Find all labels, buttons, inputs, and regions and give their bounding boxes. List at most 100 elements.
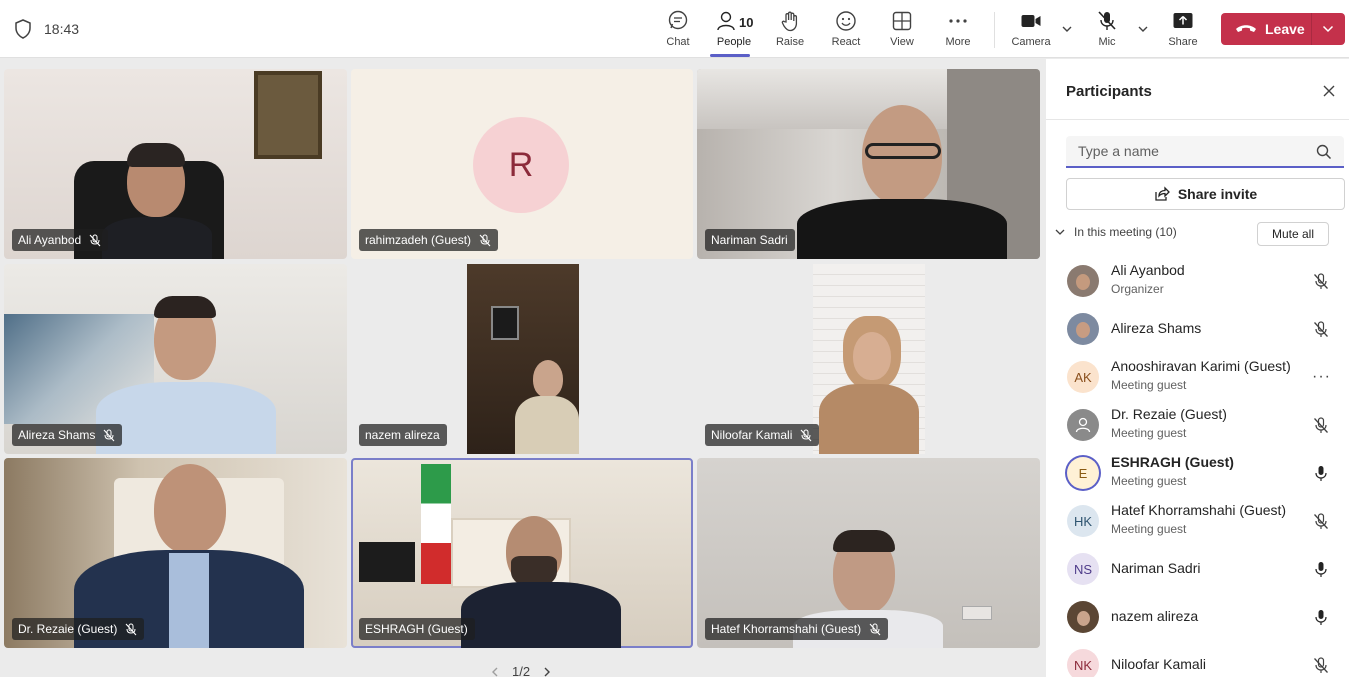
tile-name-tag: Nariman Sadri	[705, 229, 795, 251]
hand-icon	[781, 11, 798, 32]
participant-name: Anooshiravan Karimi (Guest)	[1111, 358, 1291, 374]
participant-row[interactable]: nazem alireza	[1046, 593, 1349, 641]
person-placeholder-icon	[1075, 417, 1091, 433]
panel-title: Participants	[1066, 83, 1152, 100]
tile-name-tag: Alireza Shams	[12, 424, 123, 446]
mic-icon	[1315, 466, 1327, 481]
video-tile-eshragh[interactable]: ESHRAGH (Guest)	[351, 458, 693, 648]
avatar: NK	[1067, 649, 1099, 677]
meeting-timer: 18:43	[44, 21, 80, 37]
participant-name: Nariman Sadri	[1111, 560, 1201, 576]
smiley-icon	[836, 11, 856, 31]
view-button[interactable]: View	[876, 8, 928, 54]
leave-button[interactable]: Leave	[1221, 13, 1345, 45]
panel-divider	[1046, 119, 1349, 120]
mic-off-icon	[1314, 273, 1328, 289]
people-icon	[717, 11, 735, 31]
participant-row[interactable]: HK Hatef Khorramshahi (Guest) Meeting gu…	[1046, 497, 1349, 545]
participant-row[interactable]: NS Nariman Sadri	[1046, 545, 1349, 593]
glasses	[865, 143, 941, 159]
mic-off-icon	[103, 429, 115, 441]
person-body	[96, 382, 276, 454]
share-button[interactable]: Share	[1157, 8, 1209, 54]
participant-name: Hatef Khorramshahi (Guest)	[1111, 502, 1287, 518]
tile-name-tag: nazem alireza	[359, 424, 447, 446]
camera-button[interactable]: Camera	[1005, 8, 1057, 54]
avatar: HK	[1067, 505, 1099, 537]
people-button[interactable]: 10 People	[708, 8, 760, 57]
share-screen-icon	[1173, 13, 1193, 28]
tile-name-tag: Hatef Khorramshahi (Guest)	[705, 618, 889, 640]
share-icon	[1155, 186, 1170, 201]
active-tab-indicator	[710, 54, 750, 57]
tile-name: Dr. Rezaie (Guest)	[18, 622, 118, 636]
grid-view-icon	[892, 11, 912, 31]
participant-role: Meeting guest	[1111, 474, 1187, 488]
previous-page-chevron-icon[interactable]	[490, 666, 500, 677]
tile-name-tag: Ali Ayanbod	[12, 229, 109, 251]
video-tile-hatef-khorramshahi[interactable]: Hatef Khorramshahi (Guest)	[697, 458, 1040, 648]
chevron-down-icon	[1055, 229, 1065, 235]
video-tile-nariman-sadri[interactable]: Nariman Sadri	[697, 69, 1040, 259]
person-body	[102, 217, 212, 259]
leave-divider	[1311, 13, 1312, 45]
video-tile-rahimzadeh[interactable]: R rahimzadeh (Guest)	[351, 69, 693, 259]
avatar	[1067, 313, 1099, 345]
hang-up-icon	[1236, 25, 1256, 32]
person-head	[533, 360, 563, 398]
meeting-toolbar: 18:43 Chat 10 People Raise React View Mo…	[0, 0, 1349, 58]
participant-name: Alireza Shams	[1111, 320, 1202, 336]
chat-label: Chat	[666, 36, 690, 48]
participant-row[interactable]: NK Niloofar Kamali	[1046, 641, 1349, 677]
participant-role: Meeting guest	[1111, 426, 1187, 440]
video-tile-niloofar-kamali[interactable]: Niloofar Kamali	[697, 264, 1040, 454]
person-head	[853, 332, 891, 380]
participant-row[interactable]: Alireza Shams	[1046, 305, 1349, 353]
share-invite-button[interactable]: Share invite	[1066, 178, 1345, 210]
leave-label: Leave	[1265, 21, 1305, 37]
share-label: Share	[1168, 36, 1198, 48]
mic-off-icon	[1314, 417, 1328, 433]
mic-off-icon	[1314, 321, 1328, 337]
participant-name: nazem alireza	[1111, 608, 1199, 624]
people-count: 10	[739, 15, 754, 30]
chat-button[interactable]: Chat	[652, 8, 704, 54]
in-meeting-section-toggle[interactable]: In this meeting (10)	[1054, 225, 1177, 239]
participant-search-input[interactable]	[1066, 136, 1344, 168]
participant-row[interactable]: AK Anooshiravan Karimi (Guest) Meeting g…	[1046, 353, 1349, 401]
mic-off-icon	[1314, 657, 1328, 673]
tile-name: Nariman Sadri	[711, 233, 788, 247]
person-body	[461, 582, 621, 648]
video-tile-nazem-alireza[interactable]: nazem alireza	[351, 264, 693, 454]
person-hair	[833, 530, 895, 552]
video-tile-ali-ayanbod[interactable]: Ali Ayanbod	[4, 69, 347, 259]
camera-label: Camera	[1011, 36, 1051, 48]
participant-row[interactable]: Ali Ayanbod Organizer	[1046, 257, 1349, 305]
close-icon[interactable]	[1322, 84, 1336, 98]
raise-label: Raise	[775, 36, 805, 48]
raise-hand-button[interactable]: Raise	[764, 8, 816, 54]
tile-name-tag: ESHRAGH (Guest)	[359, 618, 475, 640]
tile-name: Ali Ayanbod	[18, 233, 82, 247]
leave-options-chevron-icon[interactable]	[1321, 22, 1335, 36]
participant-row[interactable]: E ESHRAGH (Guest) Meeting guest	[1046, 449, 1349, 497]
person-body	[819, 384, 919, 454]
mute-all-button[interactable]: Mute all	[1257, 222, 1329, 246]
mic-options-chevron-icon[interactable]	[1136, 22, 1150, 36]
participant-role: Organizer	[1111, 282, 1164, 296]
mic-button[interactable]: Mic	[1081, 8, 1133, 54]
person-head	[154, 464, 226, 554]
mic-icon	[1315, 610, 1327, 625]
person-body	[797, 199, 1007, 259]
search-icon[interactable]	[1316, 144, 1332, 160]
react-button[interactable]: React	[820, 8, 872, 54]
participant-name: ESHRAGH (Guest)	[1111, 454, 1234, 470]
more-button[interactable]: More	[932, 8, 984, 54]
camera-options-chevron-icon[interactable]	[1060, 22, 1074, 36]
video-tile-dr-rezaie[interactable]: Dr. Rezaie (Guest)	[4, 458, 347, 648]
participant-row[interactable]: Dr. Rezaie (Guest) Meeting guest	[1046, 401, 1349, 449]
camera-icon	[1021, 15, 1041, 27]
next-page-chevron-icon[interactable]	[542, 666, 552, 677]
more-options-icon[interactable]: ···	[1312, 368, 1331, 386]
video-tile-alireza-shams[interactable]: Alireza Shams	[4, 264, 347, 454]
